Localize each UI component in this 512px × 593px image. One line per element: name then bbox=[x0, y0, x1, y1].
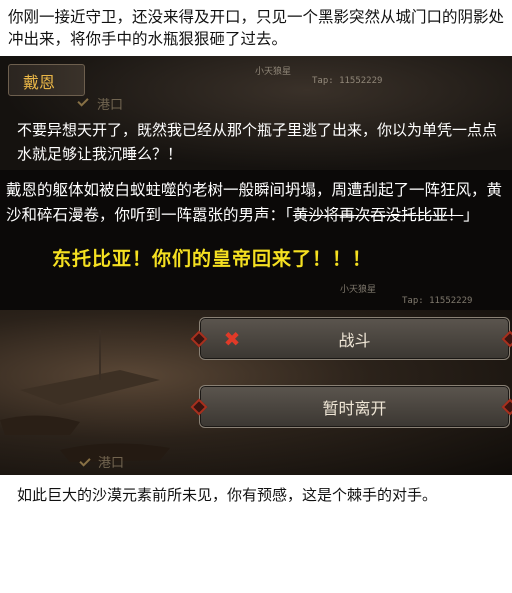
leave-button[interactable]: 暂时离开 bbox=[190, 385, 512, 428]
speaker-name-plate: 戴恩 bbox=[8, 64, 85, 96]
watermark-name: 小天狼星 bbox=[255, 67, 292, 77]
speaker-dialog-panel: 小天狼星 Tap: 11552229 戴恩 港口 不要异想天开了，既然我已经从那… bbox=[0, 56, 512, 170]
narration2-struck: 黄沙将再次吞没托比亚！ bbox=[292, 206, 464, 224]
location-label-2: 港口 bbox=[98, 456, 125, 471]
top-narration-text: 你刚一接近守卫，还没来得及开口，只见一个黑影突然从城门口的阴影处冲出来，将你手中… bbox=[8, 8, 505, 48]
action-scene-panel: ✖ 战斗 暂时离开 港口 bbox=[0, 310, 512, 475]
fight-button[interactable]: ✖ 战斗 bbox=[190, 317, 512, 360]
right-diamond-icon bbox=[501, 398, 512, 415]
location-label: 港口 bbox=[97, 98, 124, 113]
bottom-narration-text: 如此巨大的沙漠元素前所未见，你有预感，这是个棘手的对手。 bbox=[17, 486, 438, 504]
speaker-name: 戴恩 bbox=[23, 73, 56, 92]
leave-button-label: 暂时离开 bbox=[322, 398, 387, 418]
fight-button-label: 战斗 bbox=[338, 330, 371, 350]
right-diamond-icon bbox=[501, 330, 512, 347]
narration2-text: 戴恩的躯体如被白蚁蛀噬的老树一般瞬间坍塌，周遭刮起了一阵狂风，黄沙和碎石漫卷，你… bbox=[6, 178, 506, 228]
watermark-tap-2: Tap: 11552229 bbox=[402, 296, 473, 306]
harbor-ships-illustration bbox=[0, 330, 170, 462]
watermark-tap: Tap: 11552229 bbox=[312, 76, 383, 86]
top-narration-panel: 你刚一接近守卫，还没来得及开口，只见一个黑影突然从城门口的阴影处冲出来，将你手中… bbox=[0, 0, 512, 56]
narration-panel: 戴恩的躯体如被白蚁蛀噬的老树一般瞬间坍塌，周遭刮起了一阵狂风，黄沙和碎石漫卷，你… bbox=[0, 170, 512, 310]
watermark-name-2: 小天狼星 bbox=[340, 285, 377, 295]
shout-text: 东托比亚！你们的皇帝回来了！！！ bbox=[52, 248, 373, 270]
narration2-after: 」 bbox=[463, 206, 479, 224]
crossed-swords-icon: ✖ bbox=[223, 327, 241, 351]
bottom-narration-panel: 如此巨大的沙漠元素前所未见，你有预感，这是个棘手的对手。 bbox=[0, 475, 512, 593]
speaker-line: 不要异想天开了，既然我已经从那个瓶子里逃了出来，你以为单凭一点点水就足够让我沉睡… bbox=[17, 121, 498, 163]
